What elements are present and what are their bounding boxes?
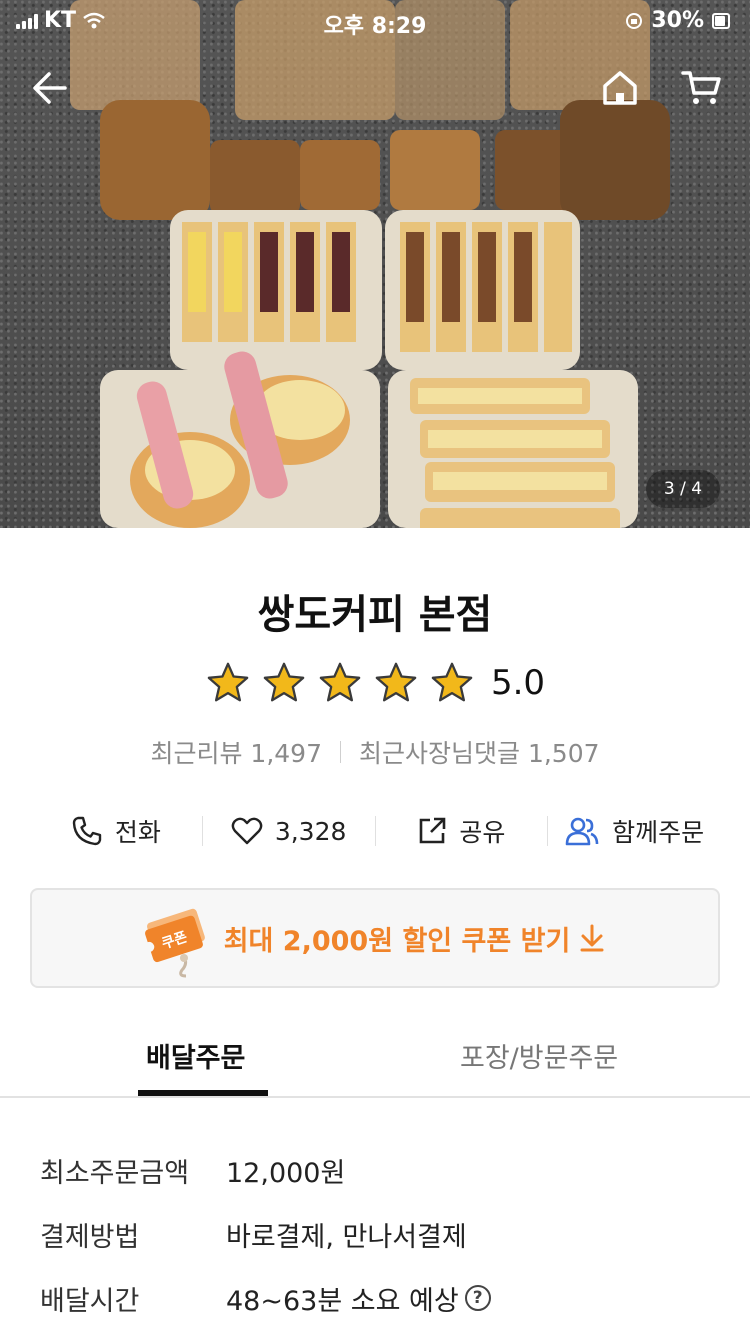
delivery-time-value: 48~63분 소요 예상 xyxy=(226,1285,459,1317)
info-value: 바로결제, 만나서결제 xyxy=(226,1215,467,1254)
order-type-tabs: 배달주문 포장/방문주문 xyxy=(0,1018,750,1098)
home-button[interactable] xyxy=(598,66,642,110)
heart-icon xyxy=(231,817,263,845)
store-name: 쌍도커피 본점 xyxy=(257,592,493,638)
review-stats: 최근리뷰 1,497 최근사장님댓글 1,507 xyxy=(0,734,750,770)
rating-value: 5.0 xyxy=(490,663,546,703)
call-label: 전화 xyxy=(114,818,161,847)
tab-pickup[interactable]: 포장/방문주문 xyxy=(460,1036,618,1075)
help-icon[interactable]: ? xyxy=(464,1285,491,1311)
info-value: 48~63분 소요 예상 ? xyxy=(226,1279,491,1318)
call-button[interactable]: 전화 xyxy=(30,813,202,849)
active-tab-indicator xyxy=(138,1090,268,1096)
people-icon xyxy=(565,817,599,846)
store-photo[interactable]: KT 오후 8:29 30% 3 / 4 xyxy=(0,0,750,528)
photo-pager: 3 / 4 xyxy=(646,470,720,508)
cart-icon xyxy=(681,71,721,104)
star-icon xyxy=(431,662,473,702)
cart-button[interactable] xyxy=(680,66,724,110)
info-value: 12,000원 xyxy=(226,1151,345,1190)
battery-percent: 30% xyxy=(651,8,704,33)
group-order-button[interactable]: 함께주문 xyxy=(548,813,720,849)
tab-delivery[interactable]: 배달주문 xyxy=(146,1036,245,1075)
info-label: 배달시간 xyxy=(40,1285,140,1317)
share-button[interactable]: 공유 xyxy=(376,813,548,849)
status-right: 30% xyxy=(625,8,730,33)
download-arrow-icon xyxy=(580,924,604,952)
rating-row: 5.0 xyxy=(0,660,750,706)
action-bar: 전화 3,328 공유 함께주문 xyxy=(30,808,720,854)
info-row-delivery-time: 배달시간 48~63분 소요 예상 ? xyxy=(40,1266,720,1330)
info-label: 결제방법 xyxy=(40,1221,140,1253)
star-icon xyxy=(263,662,305,702)
info-row-payment: 결제방법 바로결제, 만나서결제 xyxy=(40,1202,720,1266)
min-order-value: 12,000원 xyxy=(226,1157,346,1189)
info-row-min-order: 최소주문금액 12,000원 xyxy=(40,1138,720,1202)
star-icon xyxy=(207,662,249,702)
delivery-info: 최소주문금액 12,000원 결제방법 바로결제, 만나서결제 배달시간 48~… xyxy=(40,1138,720,1330)
star-icon xyxy=(375,662,417,702)
orientation-lock-icon xyxy=(626,12,643,29)
recent-reviews-link[interactable]: 최근리뷰 1,497 xyxy=(150,734,322,770)
like-button[interactable]: 3,328 xyxy=(203,816,375,846)
coupon-icon: 쿠폰 xyxy=(143,908,205,978)
payment-value: 바로결제, 만나서결제 xyxy=(226,1221,467,1253)
share-icon xyxy=(420,817,446,844)
divider xyxy=(340,741,341,763)
status-bar: KT 오후 8:29 30% xyxy=(0,0,750,40)
back-button[interactable] xyxy=(28,66,72,110)
group-order-label: 함께주문 xyxy=(612,818,705,847)
owner-replies-link[interactable]: 최근사장님댓글 1,507 xyxy=(359,734,600,770)
phone-icon xyxy=(72,816,102,846)
coupon-download-button[interactable]: 쿠폰 최대 2,000원 할인 쿠폰 받기 xyxy=(30,888,720,988)
star-icon xyxy=(319,662,361,702)
share-label: 공유 xyxy=(459,818,506,847)
arrow-left-icon xyxy=(33,72,67,104)
like-count: 3,328 xyxy=(274,816,347,846)
battery-icon xyxy=(712,12,730,29)
info-label: 최소주문금액 xyxy=(40,1157,190,1189)
coupon-text: 최대 2,000원 할인 쿠폰 받기 xyxy=(223,925,571,957)
home-icon xyxy=(603,71,637,105)
